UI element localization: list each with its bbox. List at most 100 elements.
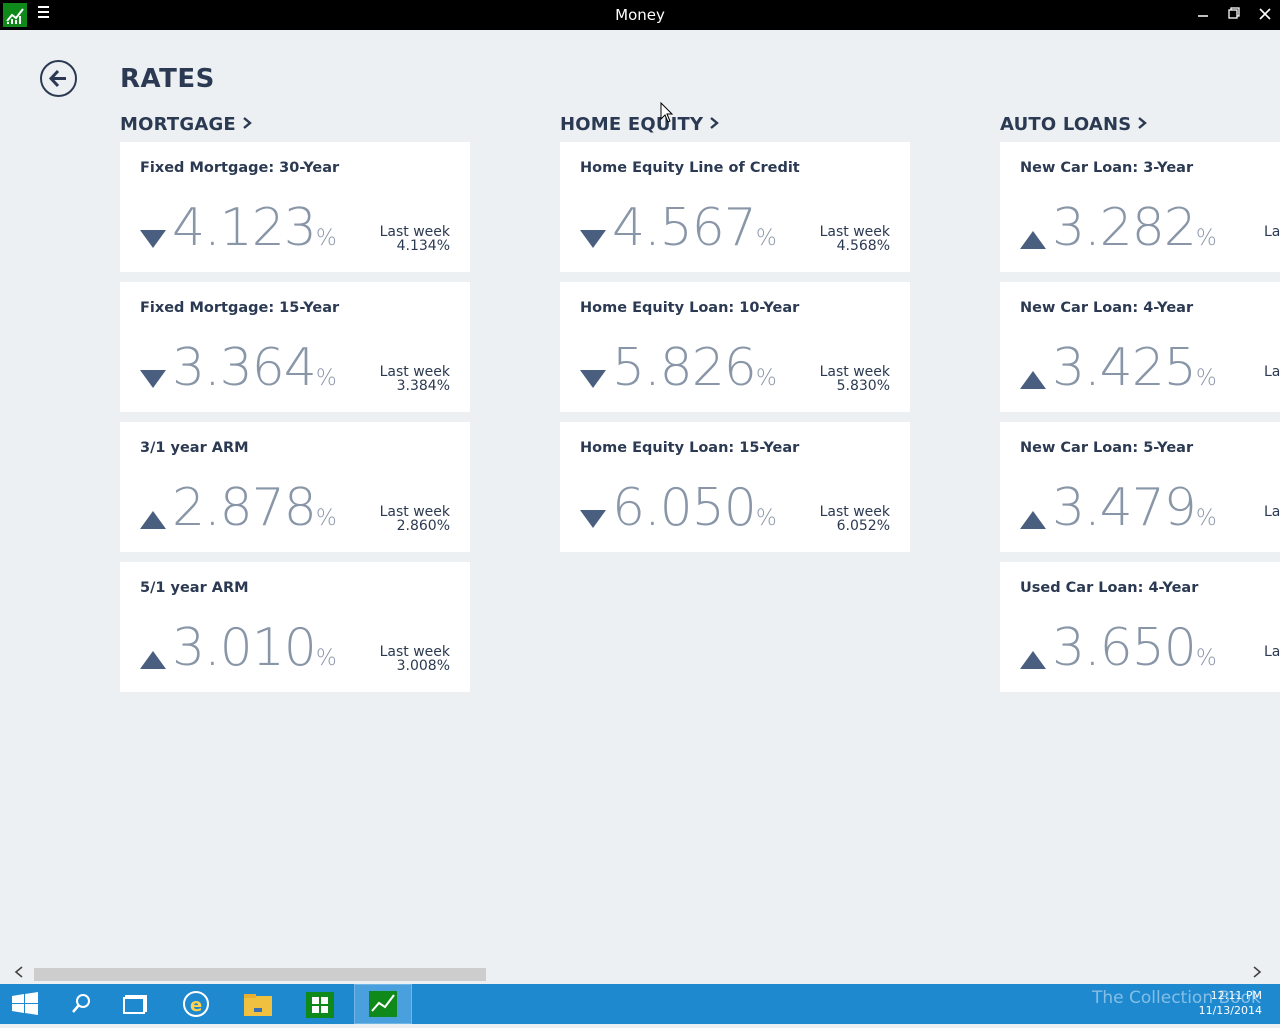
scrollbar-thumb[interactable] — [34, 968, 486, 981]
back-button[interactable] — [40, 60, 77, 97]
file-explorer-icon — [244, 994, 272, 1016]
money-taskbar-icon — [369, 991, 397, 1017]
rate-card[interactable]: Fixed Mortgage: 15-Year 3.364% Last week… — [120, 282, 470, 412]
rate-card[interactable]: New Car Loan: 4-Year 3.425% La — [1000, 282, 1280, 412]
rate-card-title: Used Car Loan: 4-Year — [1020, 580, 1199, 596]
rate-card-title: 5/1 year ARM — [140, 580, 249, 596]
rate-card-title: Fixed Mortgage: 15-Year — [140, 300, 340, 316]
trend-down-icon — [140, 230, 166, 248]
trend-up-icon — [1020, 231, 1046, 249]
chevron-right-icon — [1253, 966, 1262, 978]
money-taskbar-button[interactable] — [354, 984, 412, 1024]
section-heading-home-equity[interactable]: HOME EQUITY — [560, 114, 720, 135]
search-button[interactable] — [54, 984, 106, 1024]
chevron-right-icon — [709, 114, 720, 135]
file-explorer-button[interactable] — [232, 984, 284, 1024]
trend-down-icon — [140, 370, 166, 388]
scroll-left-button[interactable] — [14, 966, 24, 982]
section-heading-label: AUTO LOANS — [1000, 114, 1132, 135]
task-view-icon — [123, 995, 147, 1014]
rate-card-title: New Car Loan: 3-Year — [1020, 160, 1194, 176]
trend-up-icon — [1020, 511, 1046, 529]
rate-card-title: Home Equity Line of Credit — [580, 160, 800, 176]
system-clock[interactable]: 12:11 PM 11/13/2014 — [1199, 988, 1262, 1018]
rate-card[interactable]: Used Car Loan: 4-Year 3.650% La — [1000, 562, 1280, 692]
trend-up-icon — [1020, 651, 1046, 669]
last-week-value: Last week 2.860% — [379, 504, 450, 534]
start-button[interactable] — [0, 984, 52, 1024]
trend-up-icon — [140, 511, 166, 529]
window-title: Money — [615, 6, 665, 24]
rate-card[interactable]: Fixed Mortgage: 30-Year 4.123% Last week… — [120, 142, 470, 272]
trend-down-icon — [580, 230, 606, 248]
chevron-right-icon — [1137, 114, 1148, 135]
maximize-icon — [1228, 7, 1240, 19]
search-icon — [72, 994, 90, 1013]
rate-card-title: 3/1 year ARM — [140, 440, 249, 456]
rate-card[interactable]: Home Equity Loan: 15-Year 6.050% Last we… — [560, 422, 910, 552]
clock-date: 11/13/2014 — [1198, 1004, 1262, 1017]
rate-value: 4.123% — [172, 198, 337, 258]
chevron-right-icon — [242, 114, 252, 135]
task-view-button[interactable] — [110, 984, 162, 1024]
rate-value: 3.650% — [1052, 618, 1217, 678]
last-week-value: Last week 4.134% — [379, 224, 450, 254]
last-week-value: Last week 3.008% — [379, 644, 450, 674]
internet-explorer-icon: e — [183, 991, 209, 1017]
clock-time: 12:11 PM — [1210, 989, 1262, 1002]
chevron-left-icon — [14, 966, 23, 978]
store-icon — [306, 992, 334, 1018]
minimize-icon — [1198, 15, 1208, 17]
last-week-label: La — [1264, 504, 1280, 520]
rate-card-title: Fixed Mortgage: 30-Year — [140, 160, 340, 176]
last-week-value: Last week 3.384% — [379, 364, 450, 394]
internet-explorer-button[interactable]: e — [170, 984, 222, 1024]
rate-value: 6.050% — [612, 478, 777, 538]
last-week-value: Last week 6.052% — [819, 504, 890, 534]
last-week-value: Last week 5.830% — [819, 364, 890, 394]
rate-value: 4.567% — [612, 198, 777, 258]
back-arrow-icon — [48, 69, 66, 88]
close-button[interactable] — [1250, 0, 1280, 30]
maximize-button[interactable] — [1219, 0, 1249, 30]
rate-value: 3.364% — [172, 338, 337, 398]
mouse-cursor-icon — [660, 102, 674, 123]
trend-down-icon — [580, 510, 606, 528]
rate-card-title: New Car Loan: 5-Year — [1020, 440, 1194, 456]
rate-card[interactable]: Home Equity Line of Credit 4.567% Last w… — [560, 142, 910, 272]
last-week-value: Last week 4.568% — [819, 224, 890, 254]
rate-value: 3.479% — [1052, 478, 1217, 538]
section-heading-auto-loans[interactable]: AUTO LOANS — [1000, 114, 1148, 135]
rate-card-title: New Car Loan: 4-Year — [1020, 300, 1194, 316]
trend-up-icon — [1020, 371, 1046, 389]
windows-start-icon — [12, 992, 38, 1015]
rate-card-title: Home Equity Loan: 15-Year — [580, 440, 800, 456]
svg-text:e: e — [190, 995, 202, 1016]
rate-card[interactable]: 5/1 year ARM 3.010% Last week 3.008% — [120, 562, 470, 692]
last-week-label: La — [1264, 364, 1280, 380]
rate-card-title: Home Equity Loan: 10-Year — [580, 300, 800, 316]
taskbar: e The Collection Book 12:11 PM 11/13/201… — [0, 984, 1280, 1024]
minimize-button[interactable] — [1188, 0, 1218, 30]
rate-value: 2.878% — [172, 478, 337, 538]
title-bar: Money — [0, 0, 1280, 30]
scroll-right-button[interactable] — [1252, 966, 1262, 982]
rate-card[interactable]: New Car Loan: 3-Year 3.282% La — [1000, 142, 1280, 272]
section-heading-mortgage[interactable]: MORTGAGE — [120, 114, 252, 135]
trend-up-icon — [140, 651, 166, 669]
close-icon — [1259, 8, 1271, 20]
rate-card[interactable]: Home Equity Loan: 10-Year 5.826% Last we… — [560, 282, 910, 412]
rate-value: 3.010% — [172, 618, 337, 678]
rate-value: 5.826% — [612, 338, 777, 398]
rate-value: 3.282% — [1052, 198, 1217, 258]
trend-down-icon — [580, 370, 606, 388]
last-week-label: La — [1264, 224, 1280, 240]
rate-card[interactable]: 3/1 year ARM 2.878% Last week 2.860% — [120, 422, 470, 552]
page-title: RATES — [120, 64, 215, 94]
last-week-label: La — [1264, 644, 1280, 660]
section-heading-label: HOME EQUITY — [560, 114, 704, 135]
rate-card[interactable]: New Car Loan: 5-Year 3.479% La — [1000, 422, 1280, 552]
rate-value: 3.425% — [1052, 338, 1217, 398]
store-button[interactable] — [294, 984, 346, 1024]
section-heading-label: MORTGAGE — [120, 114, 236, 135]
